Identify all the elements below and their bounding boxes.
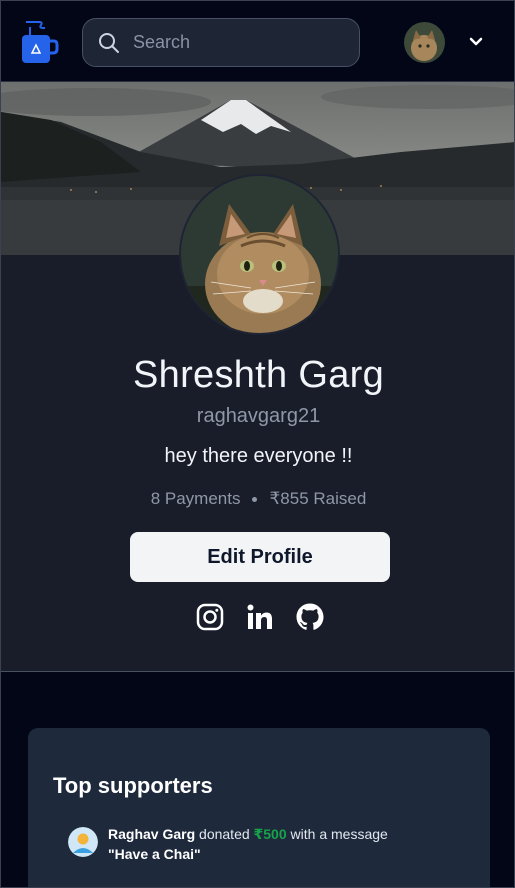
supporter-name: Raghav Garg [108, 826, 196, 842]
supporter-avatar-icon [68, 827, 98, 857]
app-window: Shreshth Garg raghavgarg21 hey there eve… [0, 0, 515, 888]
search-input[interactable] [133, 32, 343, 53]
raised-amount: ₹855 Raised [269, 489, 367, 508]
instagram-icon[interactable] [195, 602, 225, 632]
supporters-title: Top supporters [53, 773, 213, 798]
chevron-down-icon[interactable] [467, 33, 485, 51]
profile-stats: 8 Payments ₹855 Raised [1, 489, 514, 509]
profile-username: raghavgarg21 [196, 405, 321, 427]
supporter-message: Raghav Garg donated ₹500 with a message … [108, 826, 388, 862]
top-navbar [1, 1, 514, 82]
chai-cup-icon[interactable] [19, 19, 59, 65]
top-supporters-card: Top supporters Raghav Garg donated ₹500 … [28, 728, 490, 887]
github-icon[interactable] [295, 602, 325, 632]
social-links [195, 602, 327, 632]
search-icon [99, 32, 119, 53]
payments-count: 8 Payments [150, 489, 241, 508]
edit-profile-button[interactable]: Edit Profile [130, 532, 390, 582]
profile-picture [179, 174, 340, 335]
user-avatar[interactable] [404, 22, 445, 63]
search-box[interactable] [82, 18, 360, 67]
supporter-quote: "Have a Chai" [108, 846, 201, 862]
linkedin-icon[interactable] [245, 602, 275, 632]
supporter-amount: ₹500 [253, 826, 287, 842]
separator-dot [252, 497, 258, 503]
profile-name: Shreshth Garg [132, 354, 385, 396]
profile-bio: hey there everyone !! [164, 445, 353, 467]
